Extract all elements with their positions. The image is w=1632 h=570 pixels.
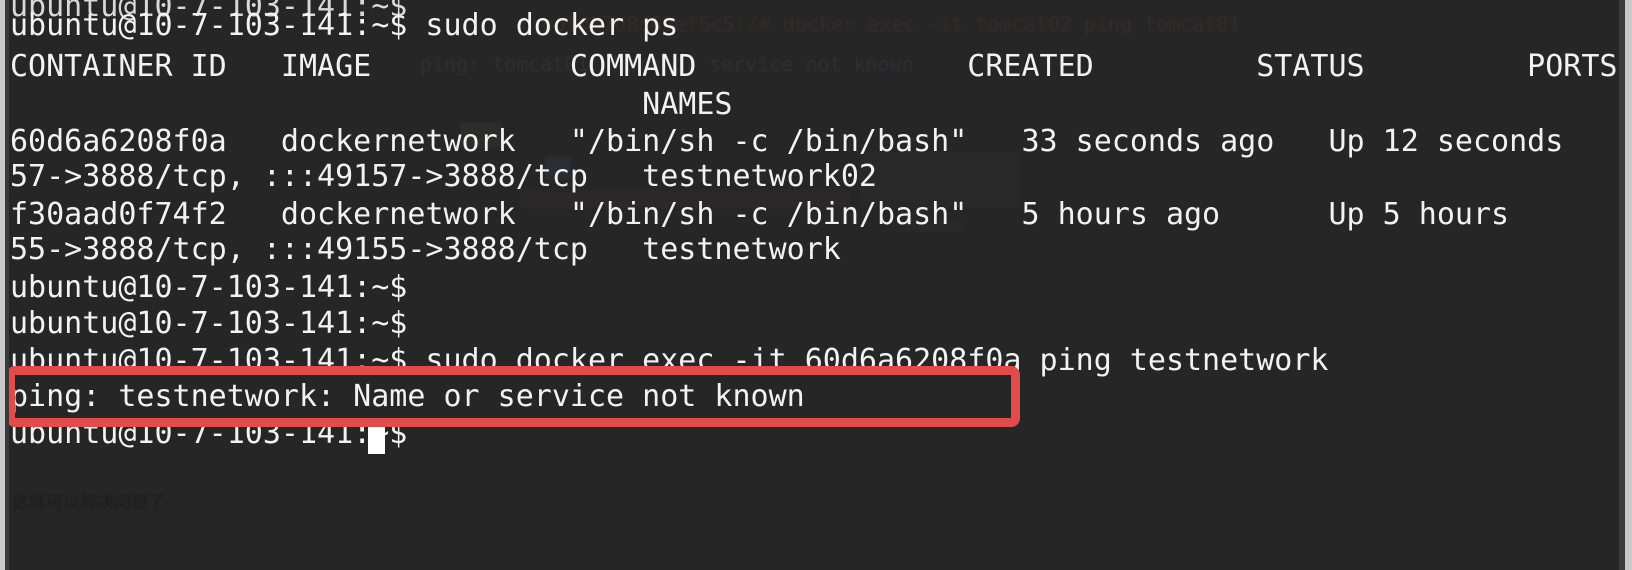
page-edge-right xyxy=(1625,0,1632,570)
text-cursor xyxy=(368,424,385,454)
page-edge-left xyxy=(0,0,5,570)
terminal-line-table-header: CONTAINER ID IMAGE COMMAND CREATED STATU… xyxy=(10,49,1618,84)
terminal-output[interactable]: ubuntu@10-7-103-141:~$ ubuntu@10-7-103-1… xyxy=(0,0,1632,570)
terminal-line-command-ping: ubuntu@10-7-103-141:~$ sudo docker exec … xyxy=(10,343,1329,378)
terminal-window: root@b7d8d60ef6c5:/# docker exec -it tom… xyxy=(0,0,1632,570)
terminal-line-ping-error: ping: testnetwork: Name or service not k… xyxy=(10,379,805,414)
terminal-line-container-row-wrap: 57->3888/tcp, :::49157->3888/tcp testnet… xyxy=(10,159,877,194)
terminal-line-container-row: 60d6a6208f0a dockernetwork "/bin/sh -c /… xyxy=(10,124,1632,159)
terminal-line-table-header-names: NAMES xyxy=(10,87,733,122)
terminal-line-final-prompt: ubuntu@10-7-103-141:~$ xyxy=(10,416,408,451)
terminal-line-container-row-wrap: 55->3888/tcp, :::49155->3888/tcp testnet… xyxy=(10,232,841,267)
terminal-line-prompt: ubuntu@10-7-103-141:~$ xyxy=(10,306,408,341)
terminal-line-prompt: ubuntu@10-7-103-141:~$ xyxy=(10,270,408,305)
terminal-line-container-row: f30aad0f74f2 dockernetwork "/bin/sh -c /… xyxy=(10,197,1632,232)
terminal-line-command: ubuntu@10-7-103-141:~$ sudo docker ps xyxy=(10,8,679,43)
page-edge-inner-left xyxy=(5,0,9,570)
